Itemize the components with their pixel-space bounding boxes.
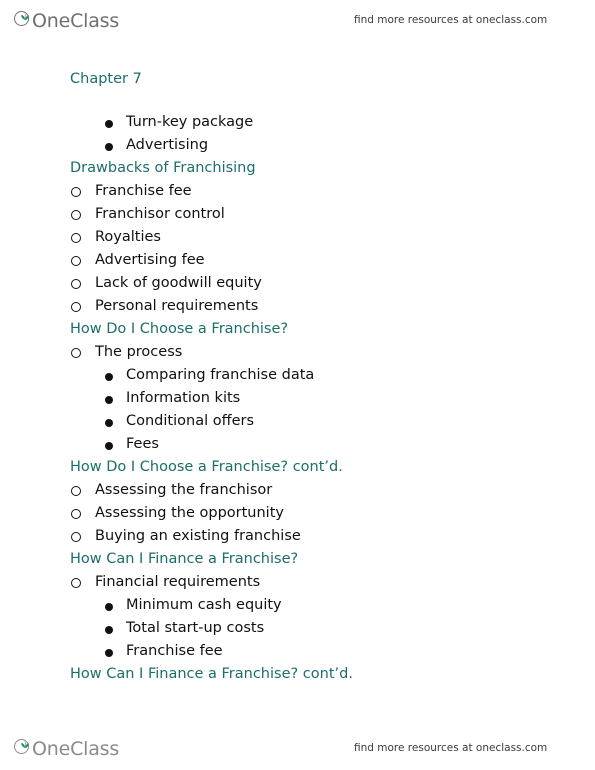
list-item-label: Lack of goodwill equity <box>95 275 262 291</box>
list-item-label: Total start-up costs <box>126 620 265 636</box>
list-item: Franchise fee <box>0 640 595 663</box>
list-item: The process <box>0 341 595 364</box>
section-heading-choose-contd: How Do I Choose a Franchise? cont’d. <box>70 459 343 475</box>
disc-bullet-icon <box>105 649 113 657</box>
oneclass-wordmark-header: OneClass <box>32 10 120 32</box>
oneclass-logo-header: OneClass <box>14 8 119 32</box>
oneclass-wordmark-footer: OneClass <box>32 738 120 760</box>
sprout-circle-icon <box>14 736 33 755</box>
footer-promo-text: find more resources at oneclass.com <box>354 742 548 754</box>
list-item-label: Buying an existing franchise <box>95 528 301 544</box>
list-item-label: Fees <box>126 436 159 452</box>
bullet-list-level2: Comparing franchise data Information kit… <box>0 364 595 456</box>
bullet-list-level1: The process <box>0 341 595 364</box>
list-item-label: Information kits <box>126 390 241 406</box>
list-item: Franchise fee <box>0 180 595 203</box>
ring-bullet-icon <box>71 187 81 197</box>
list-item: Assessing the franchisor <box>0 479 595 502</box>
section-heading-finance: How Can I Finance a Franchise? <box>70 551 299 567</box>
section-heading-choose: How Do I Choose a Franchise? <box>70 321 289 337</box>
disc-bullet-icon <box>105 120 113 128</box>
oneclass-logo-footer: OneClass <box>14 736 119 760</box>
page-header: OneClass find more resources at oneclass… <box>0 2 595 38</box>
list-item: Turn-key package <box>0 111 595 134</box>
ring-bullet-icon <box>71 256 81 266</box>
document-page: OneClass find more resources at oneclass… <box>0 0 595 770</box>
list-item-label: Advertising fee <box>95 252 205 268</box>
list-item-label: Assessing the franchisor <box>95 482 273 498</box>
list-item: Lack of goodwill equity <box>0 272 595 295</box>
document-content: Chapter 7 Turn-key package Advertising D… <box>0 68 595 686</box>
list-item-label: Franchise fee <box>126 643 223 659</box>
bullet-list-level1: Assessing the franchisor Assessing the o… <box>0 479 595 548</box>
list-item: Assessing the opportunity <box>0 502 595 525</box>
list-item-label: Personal requirements <box>95 298 259 314</box>
list-item-label: Advertising <box>126 137 209 153</box>
page-title: Chapter 7 <box>70 71 142 87</box>
bullet-list-level2: Turn-key package Advertising <box>0 111 595 157</box>
bullet-list-level1: Franchise fee Franchisor control Royalti… <box>0 180 595 318</box>
disc-bullet-icon <box>105 442 113 450</box>
list-item: Comparing franchise data <box>0 364 595 387</box>
list-item: Personal requirements <box>0 295 595 318</box>
list-item-label: Comparing franchise data <box>126 367 315 383</box>
ring-bullet-icon <box>71 210 81 220</box>
list-item: Total start-up costs <box>0 617 595 640</box>
list-item: Information kits <box>0 387 595 410</box>
list-item: Advertising <box>0 134 595 157</box>
list-item: Financial requirements <box>0 571 595 594</box>
bullet-list-level1: Financial requirements <box>0 571 595 594</box>
ring-bullet-icon <box>71 233 81 243</box>
ring-bullet-icon <box>71 302 81 312</box>
disc-bullet-icon <box>105 396 113 404</box>
disc-bullet-icon <box>105 626 113 634</box>
list-item: Buying an existing franchise <box>0 525 595 548</box>
list-item-label: Conditional offers <box>126 413 255 429</box>
list-item-label: Minimum cash equity <box>126 597 282 613</box>
list-item: Fees <box>0 433 595 456</box>
ring-bullet-icon <box>71 348 81 358</box>
disc-bullet-icon <box>105 419 113 427</box>
disc-bullet-icon <box>105 143 113 151</box>
list-item: Franchisor control <box>0 203 595 226</box>
list-item-label: Turn-key package <box>126 114 254 130</box>
list-item-label: Royalties <box>95 229 161 245</box>
list-item-label: Franchisor control <box>95 206 225 222</box>
list-item-label: Franchise fee <box>95 183 192 199</box>
ring-bullet-icon <box>71 509 81 519</box>
list-item-label: Assessing the opportunity <box>95 505 284 521</box>
list-item: Conditional offers <box>0 410 595 433</box>
ring-bullet-icon <box>71 532 81 542</box>
bullet-list-level2: Minimum cash equity Total start-up costs… <box>0 594 595 663</box>
ring-bullet-icon <box>71 279 81 289</box>
section-heading-drawbacks: Drawbacks of Franchising <box>70 160 256 176</box>
ring-bullet-icon <box>71 578 81 588</box>
disc-bullet-icon <box>105 603 113 611</box>
list-item: Advertising fee <box>0 249 595 272</box>
list-item: Minimum cash equity <box>0 594 595 617</box>
list-item-label: The process <box>95 344 183 360</box>
list-item-label: Financial requirements <box>95 574 261 590</box>
sprout-circle-icon <box>14 8 33 27</box>
header-promo-text: find more resources at oneclass.com <box>354 14 548 26</box>
page-footer: OneClass find more resources at oneclass… <box>0 730 595 766</box>
list-item: Royalties <box>0 226 595 249</box>
section-heading-finance-contd: How Can I Finance a Franchise? cont’d. <box>70 666 353 682</box>
ring-bullet-icon <box>71 486 81 496</box>
disc-bullet-icon <box>105 373 113 381</box>
